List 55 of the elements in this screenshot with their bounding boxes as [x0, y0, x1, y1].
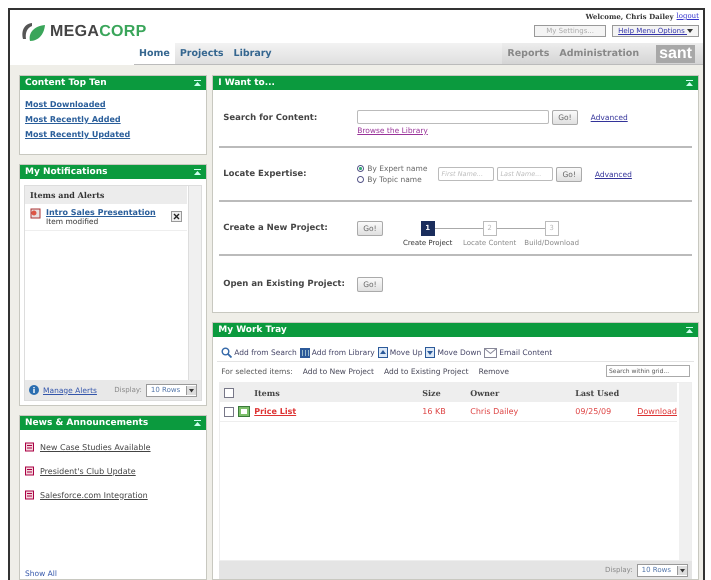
row-label: Search for Content:: [223, 113, 318, 123]
column-header: Owner: [470, 388, 500, 398]
brand-mark: sant: [656, 44, 695, 62]
caret-icon: [186, 386, 196, 394]
news-link[interactable]: Salesforce.com Integration: [40, 490, 148, 500]
document-icon: [25, 466, 35, 476]
books-icon: [300, 347, 310, 358]
notification-link[interactable]: Intro Sales Presentation: [46, 208, 166, 217]
list-header: Items and Alerts: [25, 186, 188, 204]
nav-tab[interactable]: Projects: [174, 43, 229, 64]
column-header: Last Used: [575, 388, 620, 398]
caret-icon: [677, 566, 687, 574]
news-link[interactable]: New Case Studies Available: [40, 442, 151, 452]
row-label: Open an Existing Project:: [223, 279, 346, 289]
info-icon: [29, 385, 39, 395]
row-label: Locate Expertise:: [223, 169, 308, 179]
panel-title: My Work Tray: [218, 325, 287, 335]
row-label: Create a New Project:: [223, 223, 329, 233]
collapse-icon[interactable]: [686, 80, 693, 86]
collapse-icon[interactable]: [194, 169, 202, 175]
document-icon: [25, 490, 35, 500]
panel-title: I Want to...: [218, 78, 275, 88]
panel-title: News & Announcements: [25, 418, 148, 428]
presentation-icon: [30, 208, 41, 219]
document-icon: [25, 442, 35, 452]
search-icon: [221, 347, 232, 358]
scrollbar[interactable]: [188, 186, 202, 380]
item-link[interactable]: Price List: [254, 407, 422, 416]
top-ten-link[interactable]: Most Recently Added: [25, 115, 202, 124]
news-link[interactable]: President's Club Update: [40, 466, 136, 476]
table-cell-text: 16 KB: [422, 407, 447, 416]
select-all-checkbox[interactable]: [224, 388, 234, 398]
panel-title: Content Top Ten: [25, 78, 107, 88]
top-ten-link[interactable]: Most Downloaded: [25, 100, 202, 109]
nav-tab[interactable]: Library: [228, 43, 277, 64]
column-header: Size: [422, 388, 442, 398]
spreadsheet-icon: [238, 406, 250, 417]
envelope-icon: [484, 348, 498, 358]
collapse-icon[interactable]: [194, 80, 202, 86]
collapse-icon[interactable]: [194, 420, 202, 426]
table-cell-text: Chris Dailey: [470, 407, 520, 416]
nav-tab[interactable]: Home: [134, 43, 175, 64]
panel-title: My Notifications: [25, 167, 108, 177]
caret-icon: [687, 29, 693, 33]
close-button[interactable]: [171, 211, 182, 222]
search-field[interactable]: [357, 110, 550, 124]
logo-text: MEGACORP: [50, 22, 147, 40]
scrollbar[interactable]: [679, 383, 691, 560]
table-cell-text: 09/25/09: [575, 407, 612, 416]
download-link[interactable]: Download: [637, 407, 677, 416]
column-header: Items: [254, 388, 281, 398]
top-ten-link[interactable]: Most Recently Updated: [25, 130, 202, 139]
row-checkbox[interactable]: [224, 406, 234, 416]
leaf-icon: [20, 20, 46, 42]
collapse-icon[interactable]: [686, 327, 693, 333]
